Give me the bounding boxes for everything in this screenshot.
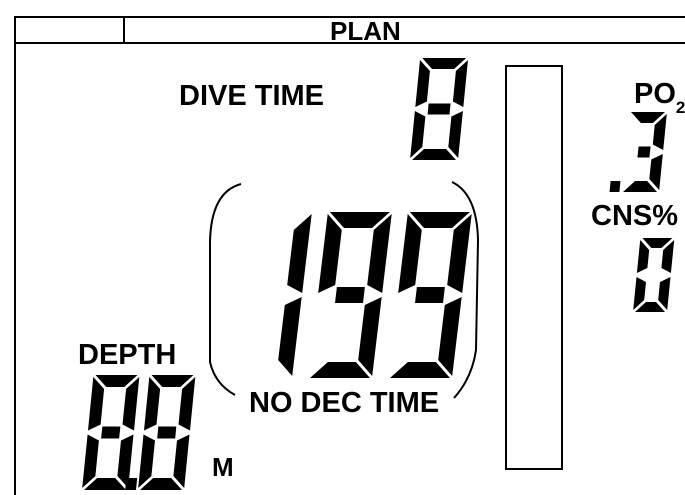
digit-segment-g [335, 287, 365, 303]
digit-segment-f [398, 214, 422, 293]
digit-segment-f [144, 377, 161, 431]
digit-segment-g [637, 146, 651, 158]
po2-label: PO2 [634, 78, 685, 117]
digit-segment-c [649, 154, 663, 190]
depth-label: DEPTH [78, 339, 177, 371]
digit-segment-f [636, 240, 650, 273]
cns-digits [633, 238, 675, 312]
decimal-point [125, 478, 138, 490]
digit-segment-c [278, 297, 302, 376]
po2-label-text: PO [634, 78, 676, 110]
digit-segment-f [88, 377, 105, 431]
digit-segment-d [310, 362, 370, 378]
no-dec-time-label: NO DEC TIME [249, 387, 440, 419]
digit-segment-d [623, 181, 657, 192]
no-dec-time-digits [278, 212, 472, 378]
decimal-point [609, 181, 621, 192]
depth-unit: M [212, 452, 234, 482]
po2-digits [609, 112, 667, 192]
dive-time-label: DIVE TIME [179, 80, 325, 112]
digit-segment-c [358, 297, 382, 376]
digit-segment-c [173, 434, 190, 488]
header-blank-cell [14, 16, 125, 44]
bar-gauge [505, 65, 563, 470]
mode-label: PLAN [330, 16, 401, 46]
digit-segment-f [318, 214, 342, 293]
cns-label: CNS% [591, 200, 679, 232]
digit-segment-g [427, 103, 451, 115]
digit-segment-b [287, 214, 312, 293]
header-mode-cell: PLAN [123, 16, 685, 46]
digit-segment-d [390, 362, 450, 378]
digit-segment-g [101, 426, 121, 439]
digit-segment-f [415, 60, 430, 107]
digit-segment-c [658, 277, 671, 310]
digit-segment-a [422, 58, 467, 69]
digit-segment-c [448, 111, 463, 158]
digit-segment-g [157, 426, 177, 439]
digit-segment-g [415, 287, 445, 303]
dive-time-digits [410, 58, 468, 160]
depth-digits [82, 375, 196, 490]
left-frame-edge [14, 16, 16, 495]
digit-segment-d [412, 149, 456, 160]
digit-segment-c [438, 297, 462, 376]
